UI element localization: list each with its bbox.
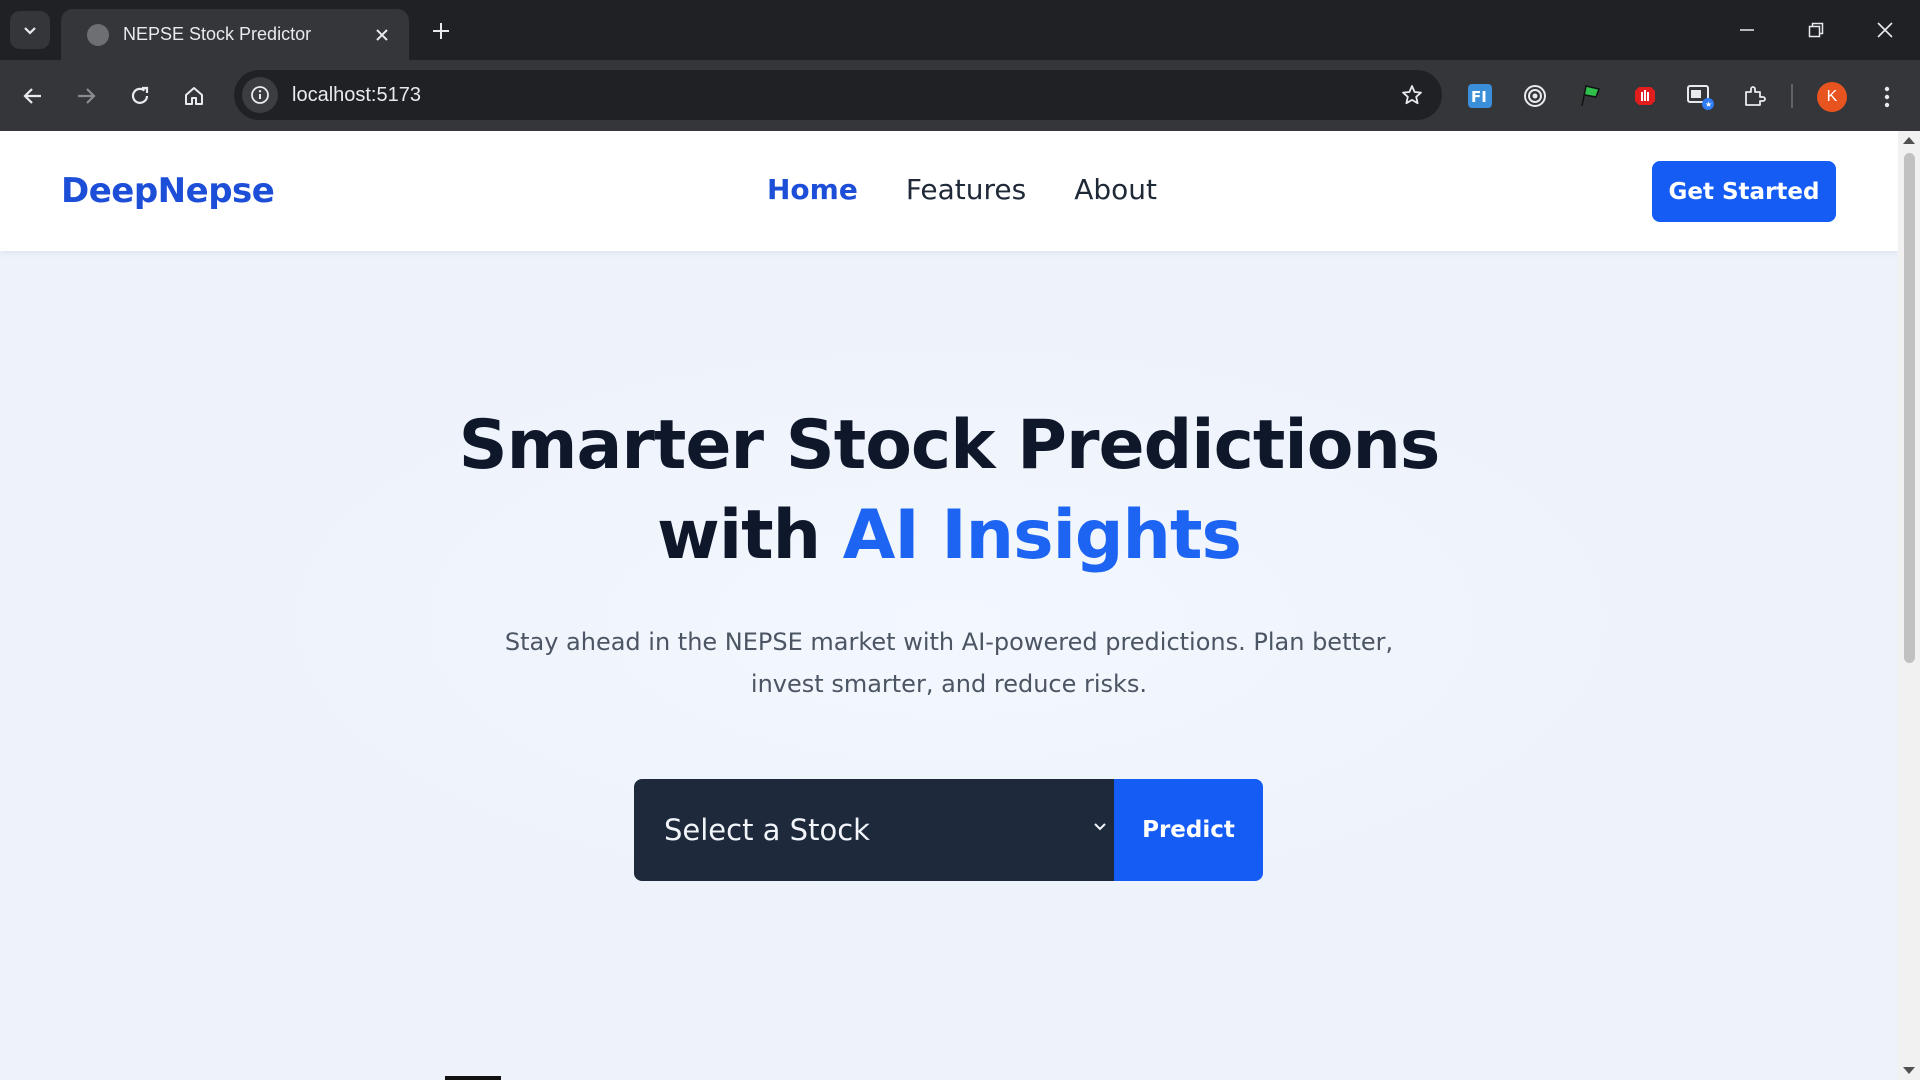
arrow-left-icon (23, 88, 41, 104)
plus-icon (433, 23, 449, 39)
target-extension-icon[interactable] (1517, 78, 1553, 114)
address-bar[interactable]: localhost:5173 (234, 70, 1442, 120)
predict-button[interactable]: Predict (1114, 779, 1263, 881)
stock-select-value: Select a Stock (664, 813, 870, 847)
nav-link-features[interactable]: Features (906, 173, 1026, 206)
minimize-icon (1740, 29, 1754, 31)
browser-toolbar: localhost:5173 FI ★ K (0, 60, 1920, 131)
flag-extension-icon[interactable] (1572, 78, 1608, 114)
stop-hand-extension-icon[interactable] (1627, 78, 1663, 114)
new-tab-button[interactable] (424, 14, 458, 48)
chevron-down-icon (1094, 823, 1106, 831)
site-info-button[interactable] (242, 77, 278, 113)
info-icon (251, 86, 269, 104)
hero-subtitle: Stay ahead in the NEPSE market with AI-p… (504, 628, 1394, 698)
page-scrollbar[interactable] (1898, 131, 1920, 1080)
hero-title-line1: Smarter Stock Predictions (458, 406, 1441, 485)
minimize-button[interactable] (1722, 8, 1772, 52)
get-started-button[interactable]: Get Started (1652, 161, 1836, 222)
more-vertical-icon (1884, 86, 1890, 108)
stock-select[interactable]: Select a Stock (634, 779, 1114, 881)
hero-title: Smarter Stock Predictions with AI Insigh… (0, 401, 1898, 581)
tab-title: NEPSE Stock Predictor (123, 24, 312, 44)
svg-text:★: ★ (1705, 100, 1712, 109)
toolbar-separator (1791, 84, 1793, 108)
puzzle-extensions-icon[interactable] (1736, 78, 1772, 114)
browser-menu-button[interactable] (1870, 78, 1904, 116)
home-icon (185, 87, 203, 105)
scroll-down-arrow[interactable] (1903, 1067, 1915, 1074)
svg-text:FI: FI (1471, 88, 1487, 106)
tab-search-button[interactable] (10, 11, 50, 49)
scroll-up-arrow[interactable] (1903, 137, 1915, 144)
reload-button[interactable] (121, 77, 159, 115)
windows-extension-icon[interactable]: ★ (1682, 78, 1718, 114)
profile-avatar[interactable]: K (1817, 82, 1847, 112)
home-button[interactable] (175, 77, 213, 115)
predict-form: Select a Stock Predict (634, 779, 1263, 881)
close-icon (376, 28, 388, 41)
hero-title-with: with (657, 496, 821, 575)
tab-close-button[interactable] (369, 22, 395, 48)
bookmark-star-button[interactable] (1392, 75, 1432, 115)
page-viewport: DeepNepse Home Features About Get Starte… (0, 131, 1898, 1080)
forward-button[interactable] (67, 77, 105, 115)
window-close-button[interactable] (1860, 8, 1910, 52)
nav-link-home[interactable]: Home (767, 173, 858, 206)
chevron-down-icon (24, 27, 36, 35)
close-icon (1877, 22, 1893, 38)
scrollbar-thumb[interactable] (1904, 153, 1915, 663)
fi-extension-icon[interactable]: FI (1462, 78, 1498, 114)
star-icon (1402, 85, 1422, 105)
url-text[interactable]: localhost:5173 (292, 84, 1392, 107)
restore-icon (1808, 22, 1824, 38)
reload-icon (131, 86, 149, 104)
restore-button[interactable] (1791, 8, 1841, 52)
hero-section: Smarter Stock Predictions with AI Insigh… (0, 401, 1898, 705)
hero-title-accent: AI Insights (842, 496, 1242, 575)
browser-tab[interactable]: NEPSE Stock Predictor (61, 9, 409, 60)
site-header: DeepNepse Home Features About Get Starte… (0, 131, 1898, 251)
globe-icon (87, 23, 109, 46)
site-logo[interactable]: DeepNepse (61, 171, 275, 211)
browser-tabstrip: NEPSE Stock Predictor (0, 0, 1920, 60)
main-nav: Home Features About (767, 173, 1157, 206)
nav-link-about[interactable]: About (1074, 173, 1157, 206)
arrow-right-icon (78, 88, 96, 104)
back-button[interactable] (14, 77, 52, 115)
page-bottom-mark (445, 1076, 501, 1080)
